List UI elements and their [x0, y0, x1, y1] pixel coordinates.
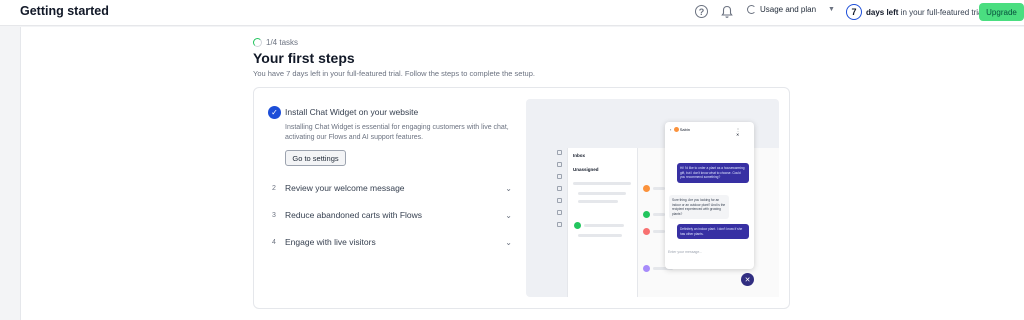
- trial-indicator: 7 days left in your full-featured trial: [846, 4, 984, 20]
- chevron-down-icon: ▼: [828, 6, 835, 13]
- chevron-down-icon: ⌄: [505, 237, 512, 247]
- task-review-welcome-message[interactable]: 2 Review your welcome message ⌄: [268, 181, 512, 195]
- usage-and-plan-menu[interactable]: Usage and plan ▼: [747, 5, 835, 14]
- bell-icon[interactable]: [721, 5, 733, 19]
- go-to-settings-button[interactable]: Go to settings: [285, 150, 346, 166]
- task-label: Reduce abandoned carts with Flows: [285, 210, 423, 220]
- preview-avatar: [643, 228, 650, 235]
- usage-ring-icon: [747, 5, 756, 14]
- trial-days-label: days left: [866, 7, 899, 17]
- preview-message-agent: Sure thing. Are you looking for an indoo…: [669, 195, 729, 219]
- preview-line: [578, 200, 618, 203]
- upgrade-button[interactable]: Upgrade: [979, 3, 1024, 21]
- chat-close-icon: ✕: [741, 273, 754, 286]
- help-icon[interactable]: ?: [695, 5, 708, 18]
- task-number: 2: [272, 184, 276, 192]
- preview-chat-header: ‹ Sabin ⋮ ✕: [670, 127, 740, 137]
- trial-days-badge: 7: [846, 4, 862, 20]
- trial-text: days left in your full-featured trial: [866, 8, 984, 17]
- preview-avatar: [643, 185, 650, 192]
- preview-avatar: [574, 222, 581, 229]
- preview-message-customer: Hi! I'd like to order a plant as a house…: [677, 163, 749, 183]
- task-reduce-abandoned-carts[interactable]: 3 Reduce abandoned carts with Flows ⌄: [268, 208, 512, 222]
- usage-label: Usage and plan: [760, 5, 817, 14]
- progress-label: 1/4 tasks: [266, 38, 299, 47]
- preview-sidebar: [553, 150, 567, 296]
- task-number: 3: [272, 211, 276, 219]
- task-progress: 1/4 tasks: [253, 38, 298, 47]
- task-number: 4: [272, 238, 276, 246]
- preview-chat-input: Enter your message...: [668, 250, 703, 254]
- task-description: Installing Chat Widget is essential for …: [285, 124, 509, 141]
- preview-line: [578, 234, 622, 237]
- preview-unassigned-label: Unassigned: [573, 167, 599, 172]
- section-title: Your first steps: [253, 50, 355, 66]
- page-title: Getting started: [20, 4, 109, 18]
- chevron-down-icon: ⌄: [505, 210, 512, 220]
- preview-message-customer: Definitely an indoor plant. I don't know…: [677, 224, 749, 239]
- preview-line: [653, 213, 665, 216]
- preview-line: [573, 182, 631, 185]
- preview-avatar: [643, 265, 650, 272]
- trial-rest-label: in your full-featured trial: [898, 7, 985, 17]
- task-label: Review your welcome message: [285, 183, 405, 193]
- preview-avatar: [643, 211, 650, 218]
- preview-inbox-title: Inbox: [573, 153, 585, 158]
- task-title-install-widget[interactable]: Install Chat Widget on your website: [285, 107, 418, 117]
- preview-line: [653, 230, 665, 233]
- section-subtitle: You have 7 days left in your full-featur…: [253, 69, 535, 78]
- task-engage-live-visitors[interactable]: 4 Engage with live visitors ⌄: [268, 235, 512, 249]
- preview-line: [584, 224, 624, 227]
- preview-line: [653, 187, 665, 190]
- progress-ring-icon: [253, 38, 262, 47]
- preview-chat-name: Sabin: [679, 127, 690, 132]
- check-icon: ✓: [268, 106, 281, 119]
- task-label: Engage with live visitors: [285, 237, 376, 247]
- chevron-down-icon: ⌄: [505, 183, 512, 193]
- preview-line: [578, 192, 626, 195]
